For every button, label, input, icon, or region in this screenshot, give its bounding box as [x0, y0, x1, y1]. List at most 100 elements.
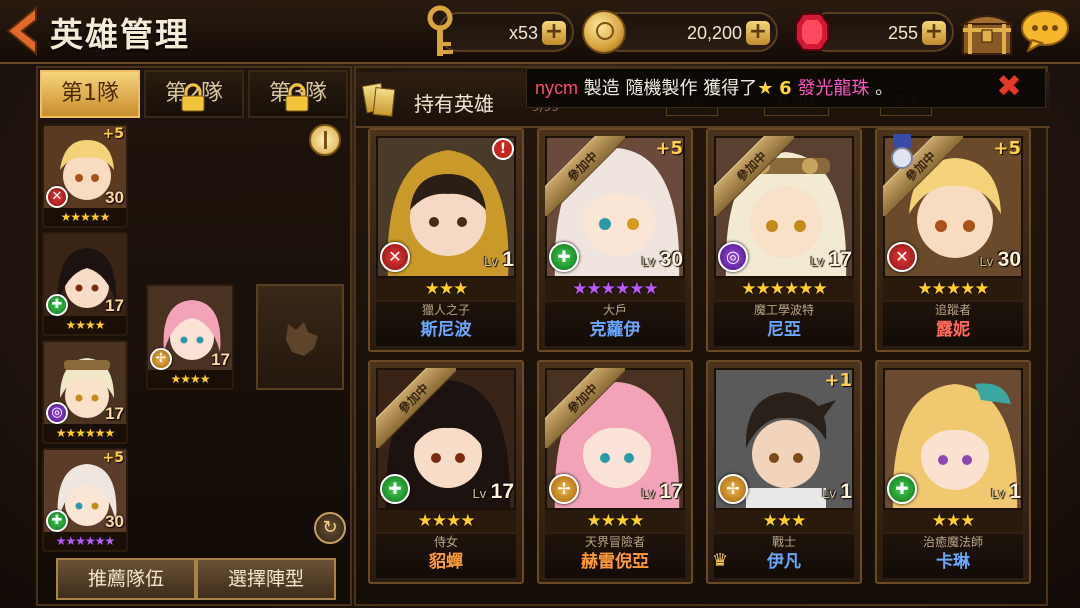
- tab-team-1[interactable]: 第1隊: [40, 70, 140, 118]
- notification-text-1: 製造: [578, 78, 626, 99]
- hero-stars: ★★★★: [148, 370, 232, 388]
- pet-slot[interactable]: [256, 284, 344, 390]
- hero-info: 侍女 貂蟬: [376, 534, 516, 578]
- chat-bubble-icon[interactable]: [1020, 8, 1070, 52]
- hero-class: 追蹤者: [934, 303, 971, 317]
- pet-silhouette-icon: [286, 322, 318, 356]
- lock-icon: [285, 84, 309, 112]
- page-title: 英雄管理: [50, 15, 190, 54]
- team-member-slot[interactable]: +5 ✚ 30 ★★★★★★: [42, 448, 128, 552]
- hero-class: 侍女: [433, 535, 458, 549]
- back-arrow-icon: [6, 5, 37, 57]
- team-member-slot[interactable]: ✚ 17 ★★★★: [42, 232, 128, 336]
- hero-stars: ★★★★: [44, 316, 126, 334]
- team-member-slot[interactable]: +5 ✕ 30 ★★★★★: [42, 124, 128, 228]
- joined-ribbon: 參加中: [545, 368, 625, 448]
- reserve-member-slot[interactable]: ✢ 17 ★★★★: [146, 284, 234, 390]
- team-panel: 第1隊 第2隊 第3隊 +5 ✕ 30 ★★★★★ ✚ 17 ★★★★ ◎ 17…: [36, 66, 352, 606]
- hero-info: 治癒魔法師 卡琳: [883, 534, 1023, 578]
- hero-info: 大戶 克蘿伊: [545, 302, 685, 346]
- hero-level: 17: [211, 350, 230, 369]
- hero-level: 30: [105, 188, 124, 207]
- hero-stars: ★★★★★: [883, 278, 1023, 300]
- crown-icon: ♛: [712, 550, 729, 571]
- joined-ribbon: 參加中: [376, 368, 456, 448]
- hero-level: 30: [105, 512, 124, 531]
- add-gem-button[interactable]: +: [922, 21, 946, 45]
- knight-type-icon: ✢: [150, 348, 172, 370]
- hero-class: 天界冒險者: [584, 535, 645, 549]
- hero-level: Lv 17: [641, 480, 683, 503]
- hero-level: Lv 17: [472, 480, 514, 503]
- hero-card[interactable]: 參加中 ✚ Lv 17 ★★★★ 侍女 貂蟬: [368, 360, 524, 584]
- hero-name: 斯尼波: [420, 320, 472, 340]
- hero-stars: ★★★: [376, 278, 516, 300]
- crafting-notification: nycm 製造 隨機製作 獲得了★ 6 發光龍珠 。: [526, 68, 1046, 108]
- joined-ribbon: 參加中: [545, 136, 625, 216]
- hero-level: 17: [105, 404, 124, 423]
- hero-info: 獵人之子 斯尼波: [376, 302, 516, 346]
- hero-card[interactable]: 參加中 ✢ Lv 17 ★★★★ 天界冒險者 赫雷倪亞: [537, 360, 693, 584]
- notification-star-icon: ★: [757, 78, 774, 99]
- recommend-team-button[interactable]: 推薦隊伍: [56, 558, 196, 600]
- notification-quantity: 6: [779, 78, 792, 99]
- top-bar: 英雄管理 x53 + 20,200 + 255 +: [0, 0, 1080, 64]
- hero-name: 露妮: [936, 320, 970, 340]
- hero-class: 治癒魔法師: [922, 535, 983, 549]
- hero-name: 赫雷倪亞: [581, 552, 649, 572]
- notification-suffix: 。: [875, 78, 894, 99]
- team-member-slot[interactable]: ◎ 17 ★★★★★★: [42, 340, 128, 444]
- gem-amount: 255: [887, 23, 918, 43]
- hero-stars: ★★★★★: [44, 208, 126, 226]
- knight-type-icon: ✢: [718, 474, 748, 504]
- lock-icon: [181, 84, 205, 112]
- hero-card[interactable]: 參加中 +5 ✕ Lv 30 ★★★★★ 追蹤者 露妮: [875, 128, 1031, 352]
- key-amount: x53: [508, 23, 538, 43]
- add-key-button[interactable]: +: [542, 21, 566, 45]
- rotate-button[interactable]: ↻: [314, 512, 346, 544]
- treasure-chest-icon[interactable]: [960, 10, 1014, 56]
- hero-info: 追蹤者 露妮: [883, 302, 1023, 346]
- tab-team-3[interactable]: 第3隊: [248, 70, 348, 118]
- hero-level: Lv 17: [810, 248, 852, 271]
- hero-name: 克蘿伊: [589, 320, 641, 340]
- hero-stars: ★★★★★★: [44, 532, 126, 550]
- close-x-icon[interactable]: ✖: [994, 72, 1024, 102]
- hero-level: 17: [105, 296, 124, 315]
- back-button[interactable]: [4, 5, 40, 57]
- notification-item: 發光龍珠: [797, 78, 870, 99]
- hero-card[interactable]: ✚ Lv 1 ★★★ 治癒魔法師 卡琳: [875, 360, 1031, 584]
- hero-class: 大戶: [602, 303, 627, 317]
- hero-name: 尼亞: [767, 320, 801, 340]
- hero-level: Lv 1: [991, 480, 1021, 503]
- ruby-gem-icon: [795, 13, 829, 51]
- hero-level: Lv 30: [641, 248, 683, 271]
- enhance-level: +5: [993, 138, 1021, 159]
- warrior-type-icon: ✕: [887, 242, 917, 272]
- hero-name: 卡琳: [936, 552, 970, 572]
- hero-name: 貂蟬: [429, 552, 463, 572]
- joined-ribbon: 參加中: [714, 136, 794, 216]
- info-button[interactable]: [309, 124, 341, 156]
- hero-info: 魔工學波特 尼亞: [714, 302, 854, 346]
- hero-level: Lv 1: [484, 248, 514, 271]
- warrior-type-icon: ✕: [380, 242, 410, 272]
- hero-stars: ★★★★★★: [44, 424, 126, 442]
- knight-type-icon: ✢: [549, 474, 579, 504]
- hero-stars: ★★★: [883, 510, 1023, 532]
- hero-stars: ★★★★★★: [714, 278, 854, 300]
- hero-cards-icon: [361, 80, 396, 120]
- hero-card[interactable]: ! ✕ Lv 1 ★★★ 獵人之子 斯尼波: [368, 128, 524, 352]
- mage-type-icon: ◎: [718, 242, 748, 272]
- hero-card[interactable]: 參加中 +5 ✚ Lv 30 ★★★★★★ 大戶 克蘿伊: [537, 128, 693, 352]
- hero-stars: ★★★★★★: [545, 278, 685, 300]
- select-formation-button[interactable]: 選擇陣型: [196, 558, 336, 600]
- hero-class: 魔工學波特: [753, 303, 814, 317]
- tab-team-2[interactable]: 第2隊: [144, 70, 244, 118]
- healer-type-icon: ✚: [887, 474, 917, 504]
- hero-card[interactable]: +1 ✢ Lv 1 ★★★ 戰士 伊凡 ♛: [706, 360, 862, 584]
- enhance-level: +5: [102, 450, 124, 466]
- hero-card[interactable]: 參加中 ◎ Lv 17 ★★★★★★ 魔工學波特 尼亞: [706, 128, 862, 352]
- add-gold-button[interactable]: +: [746, 21, 770, 45]
- enhance-level: +5: [655, 138, 683, 159]
